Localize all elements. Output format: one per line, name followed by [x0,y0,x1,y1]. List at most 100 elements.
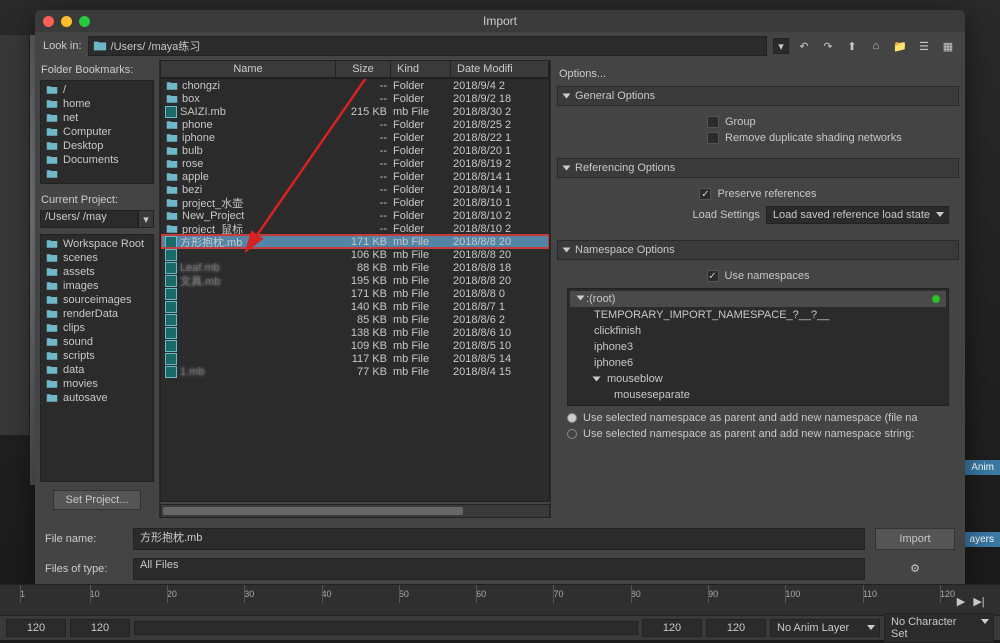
project-dropdown[interactable]: ▾ [138,210,154,228]
file-row[interactable]: box--Folder2018/9/2 18 [161,92,549,105]
project-folder-item[interactable]: clips [43,321,151,335]
newfolder-icon[interactable]: 📁 [891,37,909,55]
range-end2-input[interactable]: 120 [706,619,766,637]
namespace-tree[interactable]: :(root) TEMPORARY_IMPORT_NAMESPACE_?__?_… [567,288,949,406]
h-scrollbar[interactable] [160,504,550,518]
range-start-input[interactable]: 120 [6,619,66,637]
project-folder-item[interactable]: scenes [43,251,151,265]
general-options-header[interactable]: General Options [557,86,959,106]
preserve-refs-checkbox[interactable] [699,188,711,200]
thumb-view-icon[interactable]: ▦ [939,37,957,55]
namespace-root[interactable]: :(root) [570,291,946,307]
project-folder-item[interactable]: renderData [43,307,151,321]
file-row[interactable]: 140 KBmb File2018/8/7 1 [161,300,549,313]
bookmark-item[interactable]: Desktop [43,139,151,153]
folder-icon [165,79,179,93]
file-row[interactable]: 方形抱枕.mb171 KBmb File2018/8/8 20 [161,235,549,248]
project-folder-item[interactable]: sound [43,335,151,349]
folder-icon [45,363,59,377]
play-end-icon[interactable]: ▶| [970,592,988,610]
layers-tab[interactable]: ayers [964,532,1000,547]
play-forward-icon[interactable]: ▶ [952,592,970,610]
project-path-input[interactable]: /Users/ /may [40,210,138,228]
file-row[interactable]: project_水壶--Folder2018/8/10 1 [161,196,549,209]
file-row[interactable]: 171 KBmb File2018/8/8 0 [161,287,549,300]
project-folder-item[interactable]: data [43,363,151,377]
group-checkbox[interactable] [707,116,719,128]
project-folder-item[interactable]: movies [43,377,151,391]
folder-icon [45,125,59,139]
close-icon[interactable] [43,16,54,27]
file-row[interactable]: 106 KBmb File2018/8/8 20 [161,248,549,261]
file-row[interactable]: apple--Folder2018/8/14 1 [161,170,549,183]
import-button[interactable]: Import [875,528,955,550]
anim-tab[interactable]: Anim [965,460,1000,475]
charset-select[interactable]: No Character Set [884,613,994,643]
set-project-button[interactable]: Set Project... [53,490,141,510]
forward-icon[interactable]: ↷ [819,37,837,55]
range-end-input[interactable]: 120 [642,619,702,637]
file-row[interactable]: 85 KBmb File2018/8/6 2 [161,313,549,326]
back-icon[interactable]: ↶ [795,37,813,55]
bookmark-item[interactable]: net [43,111,151,125]
file-row[interactable]: bulb--Folder2018/8/20 1 [161,144,549,157]
file-row[interactable]: iphone--Folder2018/8/22 1 [161,131,549,144]
range-start2-input[interactable]: 120 [70,619,130,637]
project-folder-item[interactable]: images [43,279,151,293]
ns-radio-2[interactable] [567,429,577,439]
animlayer-select[interactable]: No Anim Layer [770,619,880,637]
bookmark-item[interactable]: home [43,97,151,111]
bookmark-item[interactable]: Computer [43,125,151,139]
bookmark-item[interactable]: / [43,83,151,97]
history-dropdown[interactable]: ▾ [773,38,789,54]
home-icon[interactable]: ⌂ [867,37,885,55]
namespace-item[interactable]: clickfinish [570,323,946,339]
col-kind[interactable]: Kind [391,61,451,77]
file-row[interactable]: SAIZI.mb215 KBmb File2018/8/30 2 [161,105,549,118]
tick: 110 [863,589,877,599]
zoom-icon[interactable] [79,16,90,27]
namespace-item[interactable]: iphone3 [570,339,946,355]
up-icon[interactable]: ⬆ [843,37,861,55]
options-icon[interactable]: ⚙ [875,558,955,580]
file-row[interactable]: rose--Folder2018/8/19 2 [161,157,549,170]
file-row[interactable]: 117 KBmb File2018/8/5 14 [161,352,549,365]
namespace-item[interactable]: mouseseparate [570,387,946,403]
project-folder-item[interactable]: assets [43,265,151,279]
project-folder-item[interactable]: autosave [43,391,151,405]
file-row[interactable]: chongzi--Folder2018/9/4 2 [161,79,549,92]
bookmark-item[interactable] [43,167,151,181]
maya-file-icon [165,236,177,248]
minimize-icon[interactable] [61,16,72,27]
project-folder-item[interactable]: Workspace Root [43,237,151,251]
file-row[interactable]: 138 KBmb File2018/8/6 10 [161,326,549,339]
namespace-item[interactable]: mouseblow [570,371,946,387]
filename-input[interactable]: 方形抱枕.mb [133,528,865,550]
load-settings-select[interactable]: Load saved reference load state [766,206,949,224]
filetype-select[interactable]: All Files [133,558,865,580]
namespace-item[interactable]: TEMPORARY_IMPORT_NAMESPACE_?__?__ [570,307,946,323]
col-name[interactable]: Name [161,61,336,77]
file-row[interactable]: phone--Folder2018/8/25 2 [161,118,549,131]
path-input[interactable]: /Users/ /maya练习 [88,36,767,56]
range-slider[interactable] [134,621,638,635]
referencing-options-header[interactable]: Referencing Options [557,158,959,178]
namespace-item[interactable]: iphone6 [570,355,946,371]
file-row[interactable]: 文具.mb195 KBmb File2018/8/8 20 [161,274,549,287]
project-folder-item[interactable]: scripts [43,349,151,363]
file-list[interactable]: chongzi--Folder2018/9/4 2box--Folder2018… [160,78,550,502]
file-row[interactable]: 109 KBmb File2018/8/5 10 [161,339,549,352]
dedupe-checkbox[interactable] [707,132,719,144]
col-size[interactable]: Size [336,61,391,77]
namespace-options-header[interactable]: Namespace Options [557,240,959,260]
col-date[interactable]: Date Modifi [451,61,549,77]
file-row[interactable]: 1.mb77 KBmb File2018/8/4 15 [161,365,549,378]
timeline-ruler[interactable]: 1102030405060708090100110120 [0,584,1000,616]
scrollbar-thumb[interactable] [163,507,463,515]
list-view-icon[interactable]: ☰ [915,37,933,55]
bookmark-item[interactable]: Documents [43,153,151,167]
use-namespaces-checkbox[interactable] [707,270,719,282]
path-row: Look in: /Users/ /maya练习 ▾ ↶ ↷ ⬆ ⌂ 📁 ☰ ▦ [35,32,965,60]
project-folder-item[interactable]: sourceimages [43,293,151,307]
ns-radio-1[interactable] [567,413,577,423]
